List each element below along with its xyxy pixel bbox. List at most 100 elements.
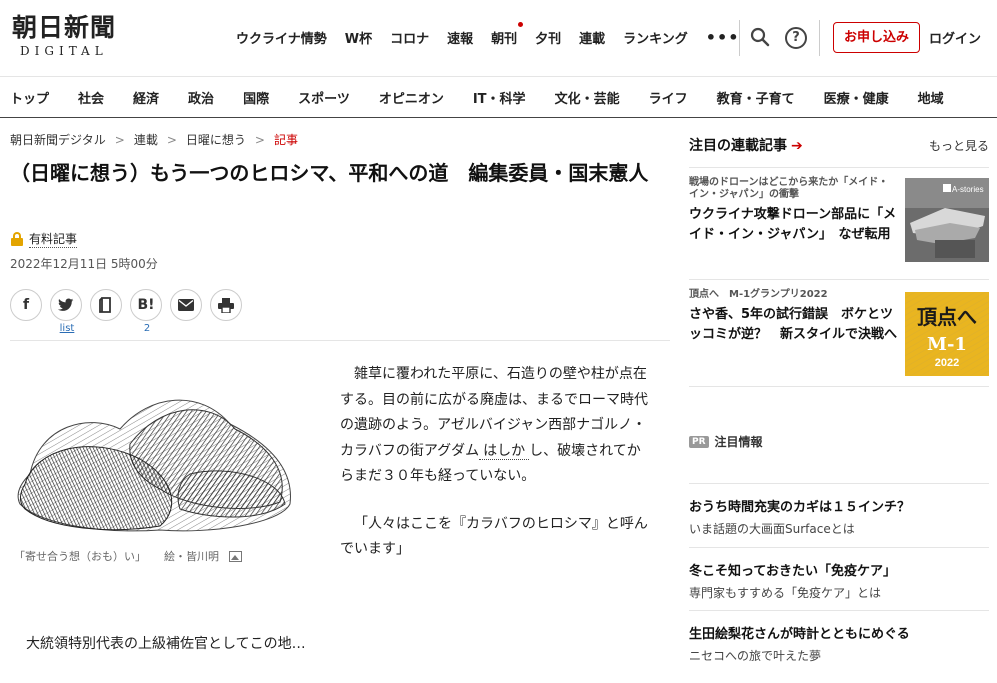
- facebook-icon: f: [22, 297, 30, 313]
- sidebar: 注目の連載記事 ➔ もっと見る 戦場のドローンはどこから来たか「メイド・イン・ジャ…: [689, 130, 989, 387]
- nav-series[interactable]: 連載: [579, 28, 605, 47]
- logo-sub-text: DIGITAL: [20, 44, 108, 58]
- arrow-right-icon: ➔: [791, 138, 803, 154]
- pr-item-title: 生田絵梨花さんが時計とともにめぐる: [689, 627, 910, 642]
- mail-icon: [178, 299, 194, 311]
- paid-article-badge[interactable]: 有料記事: [10, 230, 78, 248]
- header-divider: [739, 20, 740, 56]
- pr-item[interactable]: 生田絵梨花さんが時計とともにめぐる ニセコへの旅で叶えた夢: [689, 610, 989, 667]
- card-kicker: 戦場のドローンはどこから来たか「メイド・イン・ジャパン」の衝撃: [689, 177, 889, 200]
- hatena-bookmark-count[interactable]: 2: [131, 323, 163, 334]
- featured-article-card[interactable]: 頂点へ M-1グランプリ2022 さや香、5年の試行錯誤 ボケとツッコミが逆？ …: [689, 279, 989, 389]
- pr-item-subtitle: ニセコへの旅で叶えた夢: [689, 649, 822, 663]
- apply-button[interactable]: お申し込み: [833, 22, 920, 53]
- card-title: ウクライナ攻撃ドローン部品に「メイド・イン・ジャパン」 なぜ転用: [689, 207, 897, 242]
- search-icon[interactable]: [750, 27, 770, 47]
- drone-thumbnail: A-stories: [905, 178, 989, 262]
- category-opinion[interactable]: オピニオン: [379, 88, 444, 107]
- twitter-share-button[interactable]: list: [50, 289, 82, 334]
- m1-grandprix-thumbnail: 頂点へ M-1 2022: [905, 292, 989, 376]
- breadcrumb-series[interactable]: 連載: [134, 131, 158, 148]
- category-politics[interactable]: 政治: [188, 88, 214, 107]
- pr-title: 注目情報: [714, 435, 763, 449]
- breadcrumb-column[interactable]: 日曜に想う: [186, 131, 246, 148]
- category-health[interactable]: 医療・健康: [824, 88, 889, 107]
- breadcrumb-current: 記事: [273, 133, 298, 147]
- pr-item-title: 冬こそ知っておきたい「免疫ケア」: [689, 564, 896, 579]
- category-education[interactable]: 教育・子育て: [717, 88, 795, 107]
- paid-article-label: 有料記事: [29, 232, 78, 248]
- nav-corona[interactable]: コロナ: [390, 28, 429, 47]
- share-buttons: f list B! 2: [10, 289, 250, 334]
- glossary-term[interactable]: はしか: [479, 442, 530, 460]
- category-society[interactable]: 社会: [78, 88, 104, 107]
- paragraph: 「人々はここを『カラバフのヒロシマ』と呼んでいます」: [340, 515, 648, 558]
- thumb-m1: M-1: [927, 334, 967, 355]
- twitter-list-link[interactable]: list: [51, 323, 83, 334]
- breadcrumb-separator: >: [114, 132, 125, 147]
- pr-badge: PR: [689, 435, 709, 448]
- print-button[interactable]: [210, 289, 242, 321]
- copy-link-button[interactable]: [90, 289, 122, 321]
- category-it-science[interactable]: IT・科学: [473, 88, 526, 107]
- see-more-link[interactable]: もっと見る: [929, 137, 989, 154]
- caption-credit: 絵・皆川明: [164, 550, 219, 563]
- card-title: さや香、5年の試行錯誤 ボケとツッコミが逆？ 新スタイルで決戦へ: [689, 307, 898, 342]
- pr-item-subtitle: いま話題の大画面Surfaceとは: [689, 522, 855, 536]
- pr-header: PR 注目情報: [689, 433, 763, 450]
- featured-series-title-text: 注目の連載記事: [689, 138, 787, 154]
- nav-morning-label: 朝刊: [491, 32, 518, 47]
- thumb-year: 2022: [935, 357, 959, 369]
- top-nav: ウクライナ情勢 W杯 コロナ 速報 朝刊 夕刊 連載 ランキング •••: [236, 22, 753, 47]
- email-share-button[interactable]: [170, 289, 202, 321]
- hatena-icon: B!: [137, 297, 155, 313]
- illustration-caption: 「寄せ合う想（おも）い」 絵・皆川明: [14, 548, 242, 564]
- header-divider: [819, 20, 820, 56]
- nav-breaking[interactable]: 速報: [447, 28, 473, 47]
- document-icon: [99, 297, 111, 313]
- nav-ranking[interactable]: ランキング: [623, 28, 688, 47]
- category-life[interactable]: ライフ: [649, 88, 688, 107]
- hatena-bookmark-button[interactable]: B! 2: [130, 289, 162, 334]
- featured-series-title[interactable]: 注目の連載記事 ➔: [689, 135, 803, 155]
- category-economy[interactable]: 経済: [133, 88, 159, 107]
- card-kicker: 頂点へ M-1グランプリ2022: [689, 289, 828, 300]
- category-international[interactable]: 国際: [243, 88, 269, 107]
- nav-worldcup[interactable]: W杯: [345, 28, 372, 47]
- category-sports[interactable]: スポーツ: [298, 88, 350, 107]
- paragraph: 雑草に覆われた平原に、石造りの壁や柱が点在する。目の前に広がる廃虚は、まるでロー…: [340, 362, 652, 490]
- category-nav: トップ 社会 経済 政治 国際 スポーツ オピニオン IT・科学 文化・芸能 ラ…: [0, 76, 997, 118]
- divider: [10, 340, 670, 341]
- help-icon[interactable]: ?: [785, 27, 807, 49]
- pr-item-title: おうち時間充実のカギは１５インチ？: [689, 500, 911, 515]
- twitter-icon: [58, 298, 74, 311]
- facebook-share-button[interactable]: f: [10, 289, 42, 321]
- print-icon: [218, 297, 234, 313]
- divider: [689, 386, 989, 387]
- caption-text: 「寄せ合う想（おも）い」: [14, 550, 146, 563]
- article-illustration[interactable]: [10, 384, 300, 536]
- article-body: 雑草に覆われた平原に、石造りの壁や柱が点在する。目の前に広がる廃虚は、まるでロー…: [340, 362, 652, 585]
- featured-article-card[interactable]: 戦場のドローンはどこから来たか「メイド・イン・ジャパン」の衝撃 ウクライナ攻撃ド…: [689, 167, 989, 279]
- login-button[interactable]: ログイン: [929, 28, 981, 47]
- logo-main-text: 朝日新聞: [12, 13, 117, 42]
- breadcrumb-separator: >: [254, 132, 265, 147]
- category-culture[interactable]: 文化・芸能: [555, 88, 620, 107]
- article-teaser: 大統領特別代表の上級補佐官としてこの地…: [26, 636, 306, 652]
- category-top[interactable]: トップ: [10, 88, 49, 107]
- site-header: 朝日新聞 DIGITAL ウクライナ情勢 W杯 コロナ 速報 朝刊 夕刊 連載 …: [0, 0, 997, 76]
- new-dot-icon: [518, 22, 524, 27]
- image-icon[interactable]: [229, 550, 242, 562]
- pr-item[interactable]: おうち時間充実のカギは１５インチ？ いま話題の大画面Surfaceとは: [689, 483, 989, 540]
- breadcrumb-home[interactable]: 朝日新聞デジタル: [10, 131, 106, 148]
- article-headline: （日曜に想う）もう一つのヒロシマ、平和への道 編集委員・国末憲人: [10, 161, 649, 185]
- more-icon[interactable]: •••: [706, 28, 740, 47]
- category-region[interactable]: 地域: [918, 88, 944, 107]
- nav-evening-edition[interactable]: 夕刊: [535, 28, 561, 47]
- nav-ukraine[interactable]: ウクライナ情勢: [236, 28, 327, 47]
- site-logo[interactable]: 朝日新聞 DIGITAL: [12, 13, 142, 59]
- pr-item[interactable]: 冬こそ知っておきたい「免疫ケア」 専門家もすすめる「免疫ケア」とは: [689, 547, 989, 604]
- publish-date: 2022年12月11日 5時00分: [10, 257, 158, 271]
- lock-icon: [10, 232, 24, 246]
- nav-morning-edition[interactable]: 朝刊: [491, 22, 524, 47]
